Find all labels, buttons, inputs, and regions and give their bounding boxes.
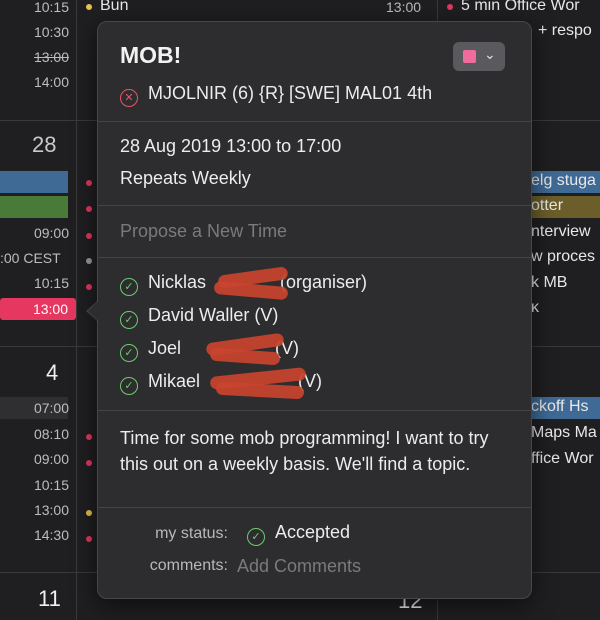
status-label: my status: <box>155 525 228 542</box>
event-time: 10:15 <box>33 477 69 493</box>
event-title[interactable]: nterview <box>531 223 591 241</box>
event-repeat[interactable]: Repeats Weekly <box>120 168 251 189</box>
event-title[interactable]: ckoff Hs <box>531 398 589 416</box>
event-title[interactable]: w proces <box>531 248 595 266</box>
event-description: Time for some mob programming! I want to… <box>120 428 489 474</box>
event-title[interactable]: 5 min Office Wor <box>461 0 580 15</box>
grid-line <box>76 0 77 620</box>
event-time: 09:00 <box>33 225 69 241</box>
event-time: 13:00 <box>33 502 69 518</box>
calendar-dot <box>86 206 92 212</box>
event-time: 10:15 <box>33 275 69 291</box>
accepted-icon: ✓ <box>247 528 265 546</box>
calendar-dot <box>447 4 453 10</box>
calendar-dot <box>86 233 92 239</box>
event-title[interactable]: Maps Ma <box>531 424 597 442</box>
event-popover: MOB! ⌄ ✕ MJOLNIR (6) {R} [SWE] MAL01 4th … <box>97 21 532 599</box>
event-time: 13:00 <box>386 0 422 15</box>
calendar-dot <box>86 536 92 542</box>
separator <box>98 507 531 508</box>
event-title[interactable]: otter <box>531 197 563 215</box>
color-picker-button[interactable]: ⌄ <box>453 42 505 71</box>
calendar-dot <box>86 284 92 290</box>
day-number: 11 <box>38 586 61 611</box>
separator <box>98 205 531 206</box>
chevron-down-icon: ⌄ <box>484 46 496 62</box>
event-title[interactable]: k MB <box>531 274 567 292</box>
calendar-dot <box>86 180 92 186</box>
calendar-dot <box>86 434 92 440</box>
comments-label: comments: <box>149 557 228 574</box>
attendee-name: David Waller (V) <box>148 305 279 325</box>
all-day-event[interactable] <box>0 196 68 218</box>
attendee-name: Mikael <box>148 371 201 391</box>
event-title[interactable]: + respo <box>538 22 592 40</box>
calendar-dot <box>86 510 92 516</box>
event-time: 09:00 <box>33 451 69 467</box>
status-dropdown[interactable]: ✓ Accepted <box>247 522 350 546</box>
declined-room-icon: ✕ <box>120 89 138 107</box>
status-value: Accepted <box>275 522 351 542</box>
attendee-name: Nicklas <box>148 272 207 292</box>
separator <box>98 121 531 122</box>
event-time: 08:10 <box>33 426 69 442</box>
comments-input[interactable]: Add Comments <box>237 556 361 577</box>
event-time: 10:30 <box>33 24 69 40</box>
popover-arrow-fill <box>88 301 99 321</box>
event-title[interactable]: elg stuga <box>531 172 596 190</box>
event-time: 10:15 <box>33 0 69 15</box>
selected-event-time[interactable]: 13:00 <box>0 298 76 320</box>
accepted-icon: ✓ <box>120 278 138 296</box>
attendee-name: Joel <box>148 338 182 358</box>
event-title[interactable]: ffice Wor <box>531 450 594 468</box>
event-location: ✕ MJOLNIR (6) {R} [SWE] MAL01 4th <box>120 83 432 107</box>
attendee-role: (organiser) <box>280 272 368 292</box>
location-text: MJOLNIR (6) {R} [SWE] MAL01 4th <box>148 83 433 103</box>
color-swatch <box>463 50 476 63</box>
calendar-dot <box>86 460 92 466</box>
calendar-dot <box>86 258 92 264</box>
accepted-icon: ✓ <box>120 311 138 329</box>
event-title: MOB! <box>120 42 182 68</box>
all-day-event[interactable] <box>0 171 68 193</box>
event-time: :00 CEST <box>0 250 61 266</box>
day-number: 28 <box>32 132 57 157</box>
event-time: 14:00 <box>33 74 69 90</box>
event-time: 07:00 <box>33 400 69 416</box>
day-number: 4 <box>46 360 59 385</box>
event-title[interactable]: κ <box>531 299 539 317</box>
separator <box>98 410 531 411</box>
event-date-time[interactable]: 28 Aug 2019 13:00 to 17:00 <box>120 136 341 157</box>
event-title[interactable]: Bun <box>100 0 128 15</box>
event-time: 14:30 <box>33 527 69 543</box>
separator <box>98 257 531 258</box>
propose-new-time-button[interactable]: Propose a New Time <box>120 221 287 242</box>
accepted-icon: ✓ <box>120 344 138 362</box>
attendee[interactable]: ✓ David Waller (V) <box>120 305 278 329</box>
accepted-icon: ✓ <box>120 377 138 395</box>
calendar-dot <box>86 4 92 10</box>
event-time: 13:00 <box>33 49 69 65</box>
